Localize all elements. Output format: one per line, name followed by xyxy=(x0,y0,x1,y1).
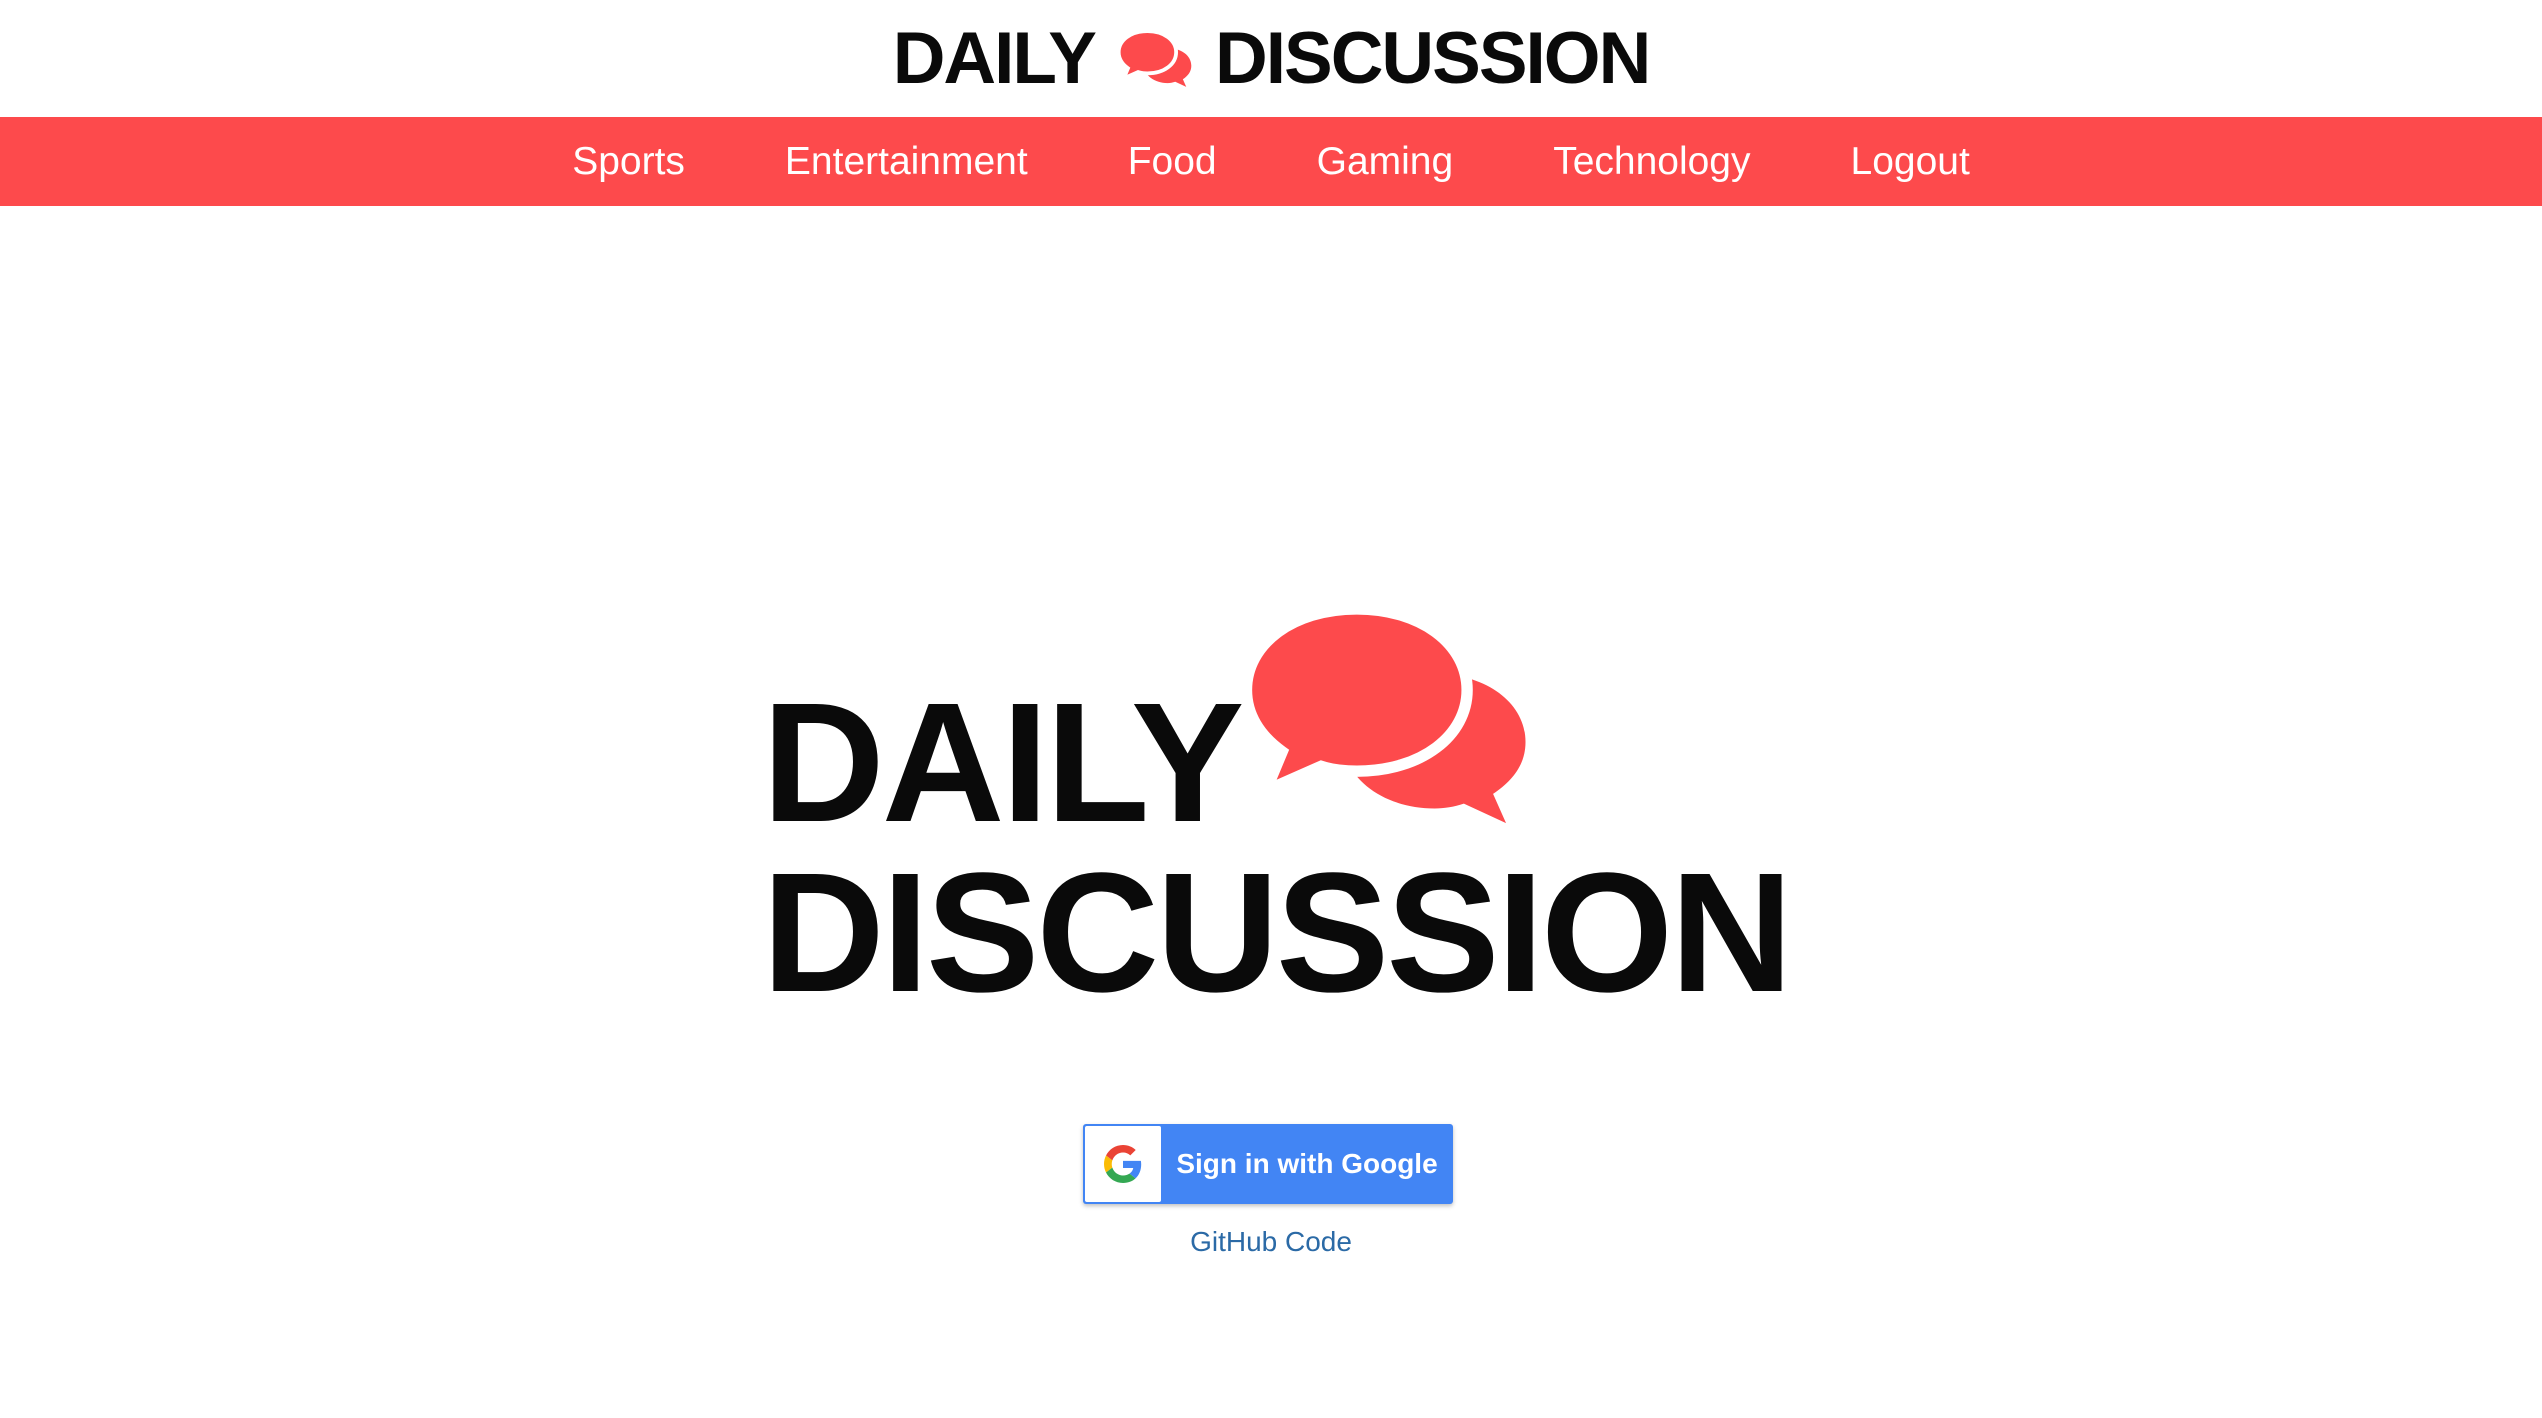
google-icon-box xyxy=(1085,1126,1161,1202)
nav-item-food[interactable]: Food xyxy=(1128,140,1217,184)
hero-logo: DAILY DISCUSSION xyxy=(762,600,1793,1018)
header-logo[interactable]: DAILY DISCUSSION xyxy=(892,18,1652,99)
google-signin-label: Sign in with Google xyxy=(1176,1148,1438,1179)
hero-logo-line-daily: DAILY xyxy=(762,668,1244,858)
site-header: DAILY DISCUSSION xyxy=(0,0,2542,117)
google-g-icon xyxy=(1104,1145,1142,1183)
hero-logo-line-discussion: DISCUSSION xyxy=(762,838,1793,1028)
github-code-link-row: GitHub Code xyxy=(0,1226,2542,1258)
nav-item-gaming[interactable]: Gaming xyxy=(1317,140,1454,184)
speech-bubbles-icon xyxy=(1240,603,1526,824)
github-code-link[interactable]: GitHub Code xyxy=(1190,1226,1352,1257)
header-logo-word-discussion: DISCUSSION xyxy=(1215,18,1651,99)
category-navbar: Sports Entertainment Food Gaming Technol… xyxy=(0,117,2542,206)
nav-item-technology[interactable]: Technology xyxy=(1553,140,1750,184)
nav-item-logout[interactable]: Logout xyxy=(1851,140,1970,184)
header-logo-word-daily: DAILY xyxy=(892,18,1097,99)
nav-item-entertainment[interactable]: Entertainment xyxy=(785,140,1028,184)
google-signin-button[interactable]: Sign in with Google xyxy=(1083,1124,1453,1204)
speech-bubbles-icon xyxy=(1117,28,1192,87)
nav-item-sports[interactable]: Sports xyxy=(572,140,685,184)
